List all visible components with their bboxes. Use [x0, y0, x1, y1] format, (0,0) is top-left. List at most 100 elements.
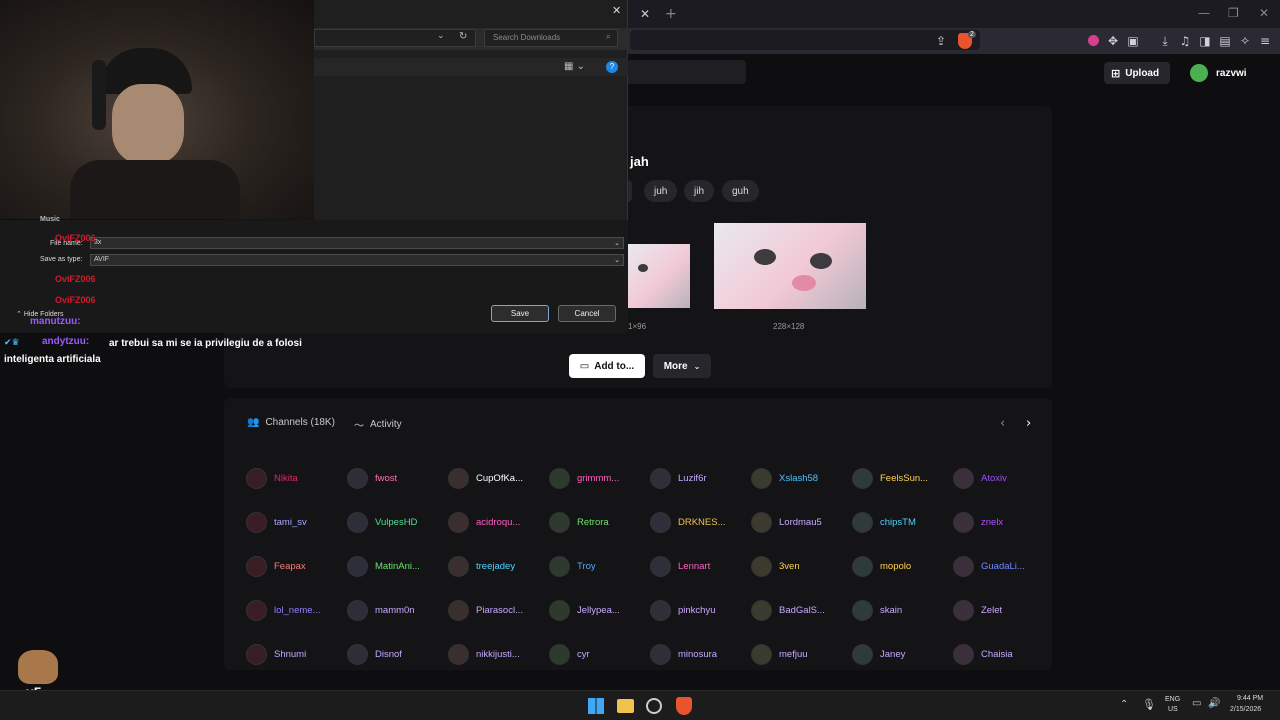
channel-item[interactable]: 3ven	[751, 544, 852, 588]
clock-time[interactable]: 9:44 PM	[1237, 695, 1263, 702]
channel-item[interactable]: Janey	[852, 632, 953, 676]
channel-item[interactable]: Feapax	[246, 544, 347, 588]
tray-chevron-icon[interactable]: ⌃	[1120, 699, 1128, 710]
channel-item[interactable]: acidroqu...	[448, 500, 549, 544]
chevron-down-icon[interactable]: ⌄	[614, 238, 620, 248]
leo-icon[interactable]: ✧	[1238, 34, 1252, 48]
channel-item[interactable]: Retrora	[549, 500, 650, 544]
channel-item[interactable]: nikkijusti...	[448, 632, 549, 676]
channel-item[interactable]: treejadey	[448, 544, 549, 588]
channel-item[interactable]: Jellypea...	[549, 588, 650, 632]
save-button[interactable]: Save	[491, 305, 549, 322]
lang-bottom[interactable]: US	[1168, 706, 1178, 713]
channel-item[interactable]: Troy	[549, 544, 650, 588]
upload-button[interactable]: ⊞ Upload	[1104, 62, 1170, 84]
channel-item[interactable]: fwost	[347, 456, 448, 500]
clock-date[interactable]: 2/15/2026	[1230, 706, 1261, 713]
channel-item[interactable]: mamm0n	[347, 588, 448, 632]
sidebar-icon[interactable]: ◨	[1198, 34, 1212, 48]
dialog-close-icon[interactable]: ✕	[612, 4, 621, 17]
channel-item[interactable]: BadGalS...	[751, 588, 852, 632]
channel-item[interactable]: MatinAni...	[347, 544, 448, 588]
dialog-search-input[interactable]: Search Downloads ⌕	[484, 29, 618, 47]
volume-icon[interactable]: 🔊	[1208, 698, 1220, 709]
extension-icon[interactable]	[1088, 35, 1099, 46]
music-icon[interactable]: ♫	[1178, 34, 1192, 48]
tab-close-icon[interactable]: ✕	[640, 7, 650, 21]
emote-preview-small[interactable]	[628, 244, 690, 308]
share-icon[interactable]: ⇪	[934, 34, 948, 48]
prev-page-button[interactable]: ‹	[1000, 416, 1005, 431]
channel-name: Luzif6r	[678, 472, 707, 484]
tab-activity[interactable]: 〜 Activity	[354, 417, 402, 432]
channel-item[interactable]: minosura	[650, 632, 751, 676]
lang-top[interactable]: ENG	[1165, 696, 1180, 703]
channel-item[interactable]: cyr	[549, 632, 650, 676]
channel-avatar	[953, 511, 974, 533]
network-icon[interactable]: ▭	[1192, 698, 1201, 709]
cancel-button[interactable]: Cancel	[558, 305, 616, 322]
download-icon[interactable]: ⤓	[1158, 34, 1172, 48]
channel-item[interactable]: DRKNES...	[650, 500, 751, 544]
address-bar[interactable]	[630, 30, 980, 50]
chevron-down-icon[interactable]: ⌄	[614, 255, 620, 265]
tag-chip[interactable]	[628, 180, 632, 202]
view-options-icon[interactable]: ▦ ⌄	[564, 61, 585, 72]
help-icon[interactable]: ?	[606, 61, 618, 73]
channel-item[interactable]: GuadaLi...	[953, 544, 1054, 588]
new-tab-button[interactable]: +	[665, 6, 677, 22]
tag-chip[interactable]: jih	[684, 180, 715, 202]
channel-item[interactable]: Luzif6r	[650, 456, 751, 500]
channel-item[interactable]: Disnof	[347, 632, 448, 676]
file-explorer-icon[interactable]	[617, 699, 634, 713]
channel-item[interactable]: znelx	[953, 500, 1054, 544]
channel-item[interactable]: Lordmau5	[751, 500, 852, 544]
wallet-icon[interactable]: ▤	[1218, 34, 1232, 48]
minimize-button[interactable]: —	[1198, 6, 1210, 20]
channel-item[interactable]: grimmm...	[549, 456, 650, 500]
emote-preview-large[interactable]	[714, 223, 866, 309]
dialog-path-field[interactable]: ⌄ ↻	[314, 29, 476, 47]
channel-item[interactable]: Chaisia	[953, 632, 1054, 676]
channel-item[interactable]: chipsTM	[852, 500, 953, 544]
channel-item[interactable]: skain	[852, 588, 953, 632]
channel-item[interactable]: Lennart	[650, 544, 751, 588]
channel-item[interactable]: FeelsSun...	[852, 456, 953, 500]
puzzle-icon[interactable]: ✥	[1106, 34, 1120, 48]
path-chevron-icon[interactable]: ⌄	[437, 31, 445, 41]
screenshot-icon[interactable]: ▣	[1126, 34, 1140, 48]
channel-item[interactable]: pinkchyu	[650, 588, 751, 632]
tag-chip[interactable]: guh	[722, 180, 759, 202]
user-menu[interactable]: razvwi	[1190, 62, 1247, 84]
next-page-button[interactable]: ›	[1026, 416, 1031, 431]
save-type-select[interactable]: AVIF ⌄	[90, 254, 624, 266]
channel-item[interactable]: Xslash58	[751, 456, 852, 500]
channel-item[interactable]: VulpesHD	[347, 500, 448, 544]
channel-item[interactable]: Atoxiv	[953, 456, 1054, 500]
channel-item[interactable]: Shnumi	[246, 632, 347, 676]
channel-item[interactable]: Zelet	[953, 588, 1054, 632]
tab-channels[interactable]: 👥 Channels (18K)	[247, 417, 335, 428]
windows-start-icon[interactable]	[588, 698, 604, 714]
maximize-button[interactable]: ❐	[1228, 6, 1239, 20]
brave-browser-icon[interactable]	[676, 697, 692, 715]
add-to-button[interactable]: ▭ Add to...	[569, 354, 645, 378]
channel-item[interactable]: mefjuu	[751, 632, 852, 676]
channel-item[interactable]: lol_neme...	[246, 588, 347, 632]
channel-item[interactable]: Nikita	[246, 456, 347, 500]
mic-icon[interactable]: 🎙	[1142, 698, 1156, 711]
channel-item[interactable]: Piarasocl...	[448, 588, 549, 632]
channel-avatar	[246, 599, 267, 621]
menu-icon[interactable]: ≡	[1258, 34, 1272, 48]
tag-chip[interactable]: juh	[644, 180, 678, 202]
chat-message: ar trebui sa mi se ia privilegiu de a fo…	[4, 338, 302, 365]
obs-icon[interactable]	[646, 698, 662, 714]
channel-avatar	[650, 643, 671, 665]
window-close-button[interactable]: ✕	[1259, 6, 1269, 20]
more-button[interactable]: More ⌄	[653, 354, 711, 378]
channel-item[interactable]: CupOfKa...	[448, 456, 549, 500]
site-search-input[interactable]	[626, 60, 746, 84]
channel-item[interactable]: mopolo	[852, 544, 953, 588]
channel-item[interactable]: tami_sv	[246, 500, 347, 544]
refresh-icon[interactable]: ↻	[459, 31, 467, 42]
